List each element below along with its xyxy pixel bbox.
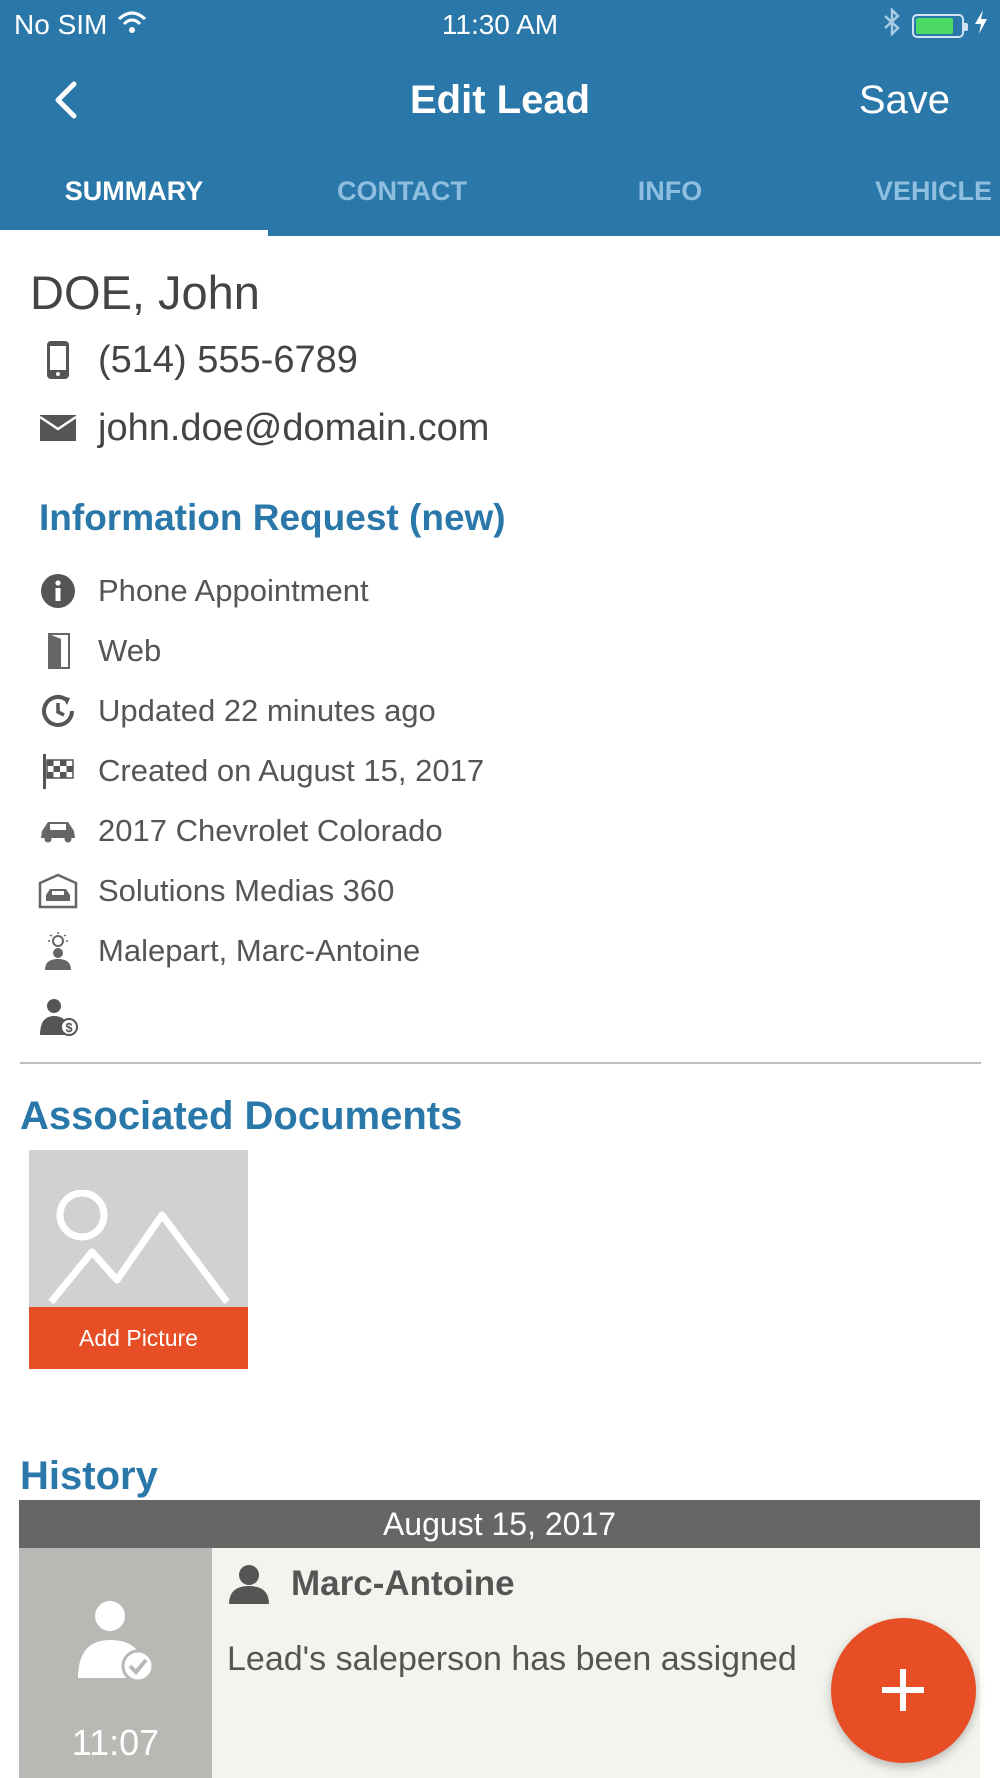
info-row-updated: Updated 22 minutes ago	[38, 689, 436, 733]
info-row-salesperson: $	[38, 994, 98, 1038]
clock-refresh-icon	[38, 690, 78, 732]
email-address[interactable]: john.doe@domain.com	[98, 407, 489, 450]
car-icon	[38, 810, 78, 852]
status-time: 11:30 AM	[441, 9, 559, 40]
svg-text:$: $	[65, 1020, 73, 1035]
info-row-created: Created on August 15, 2017	[38, 749, 484, 793]
charging-icon	[974, 9, 988, 42]
battery-icon	[912, 13, 968, 38]
history-title: History	[20, 1454, 158, 1498]
active-tab-indicator	[0, 230, 268, 236]
tab-info[interactable]: INFO	[536, 176, 804, 207]
documents-title: Associated Documents	[20, 1094, 463, 1138]
assigned-person-icon	[78, 1601, 155, 1683]
chevron-left-icon	[55, 81, 77, 119]
user-icon	[229, 1565, 269, 1604]
info-row-appointment: Phone Appointment	[38, 569, 369, 613]
info-text: Created on August 15, 2017	[98, 753, 485, 788]
phone-row[interactable]: (514) 555-6789	[38, 338, 358, 382]
plus-icon	[882, 1669, 924, 1711]
history-user-name: Marc-Antoine	[291, 1564, 515, 1603]
bluetooth-icon	[882, 6, 902, 43]
status-bar: No SIM 11:30 AM	[0, 0, 1000, 50]
info-row-advisor: Malepart, Marc-Antoine	[38, 929, 420, 973]
info-icon	[38, 570, 78, 612]
section-divider	[20, 1062, 981, 1064]
history-date-header: August 15, 2017	[19, 1500, 980, 1548]
info-row-dealership: Solutions Medias 360	[38, 869, 394, 913]
add-picture-tile[interactable]: Add Picture	[29, 1150, 248, 1369]
battery-level	[916, 17, 954, 34]
history-time: 11:07	[71, 1722, 160, 1763]
email-row[interactable]: john.doe@domain.com	[38, 406, 489, 450]
info-text: Web	[98, 633, 162, 668]
tab-contact[interactable]: CONTACT	[268, 176, 536, 207]
nav-bar: Edit Lead Save	[0, 60, 1000, 140]
lead-name: DOE, John	[30, 266, 260, 319]
save-button[interactable]: Save	[859, 78, 950, 123]
tab-summary[interactable]: SUMMARY	[0, 176, 268, 207]
request-title: Information Request (new)	[39, 497, 506, 538]
status-right	[882, 6, 988, 43]
mobile-phone-icon	[38, 338, 78, 382]
info-text: Phone Appointment	[98, 573, 369, 608]
history-user: Marc-Antoine	[227, 1564, 515, 1604]
checkered-flag-icon	[38, 750, 78, 792]
door-icon	[38, 630, 78, 672]
dealership-icon	[38, 870, 78, 912]
add-action-button[interactable]	[831, 1618, 976, 1763]
image-placeholder-icon	[48, 1190, 230, 1305]
add-picture-button[interactable]: Add Picture	[29, 1307, 248, 1369]
advisor-idea-icon	[38, 930, 78, 972]
salesperson-dollar-icon: $	[38, 995, 78, 1037]
tab-bar: SUMMARY CONTACT INFO VEHICLE	[0, 170, 1000, 236]
tab-vehicle[interactable]: VEHICLE	[804, 176, 1000, 207]
info-text: 2017 Chevrolet Colorado	[98, 813, 443, 848]
back-button[interactable]	[46, 78, 90, 122]
history-message: Lead's saleperson has been assigned	[227, 1640, 797, 1678]
info-row-vehicle: 2017 Chevrolet Colorado	[38, 809, 443, 853]
info-row-source: Web	[38, 629, 161, 673]
app-header: No SIM 11:30 AM Edit Lead Save SUMMARY C…	[0, 0, 1000, 236]
info-text: Updated 22 minutes ago	[98, 693, 436, 728]
phone-number[interactable]: (514) 555-6789	[98, 339, 358, 382]
history-time-column: 11:07	[19, 1548, 212, 1778]
page-title: Edit Lead	[409, 78, 591, 122]
info-text: Solutions Medias 360	[98, 873, 395, 908]
envelope-icon	[38, 406, 78, 450]
info-text: Malepart, Marc-Antoine	[98, 933, 421, 968]
